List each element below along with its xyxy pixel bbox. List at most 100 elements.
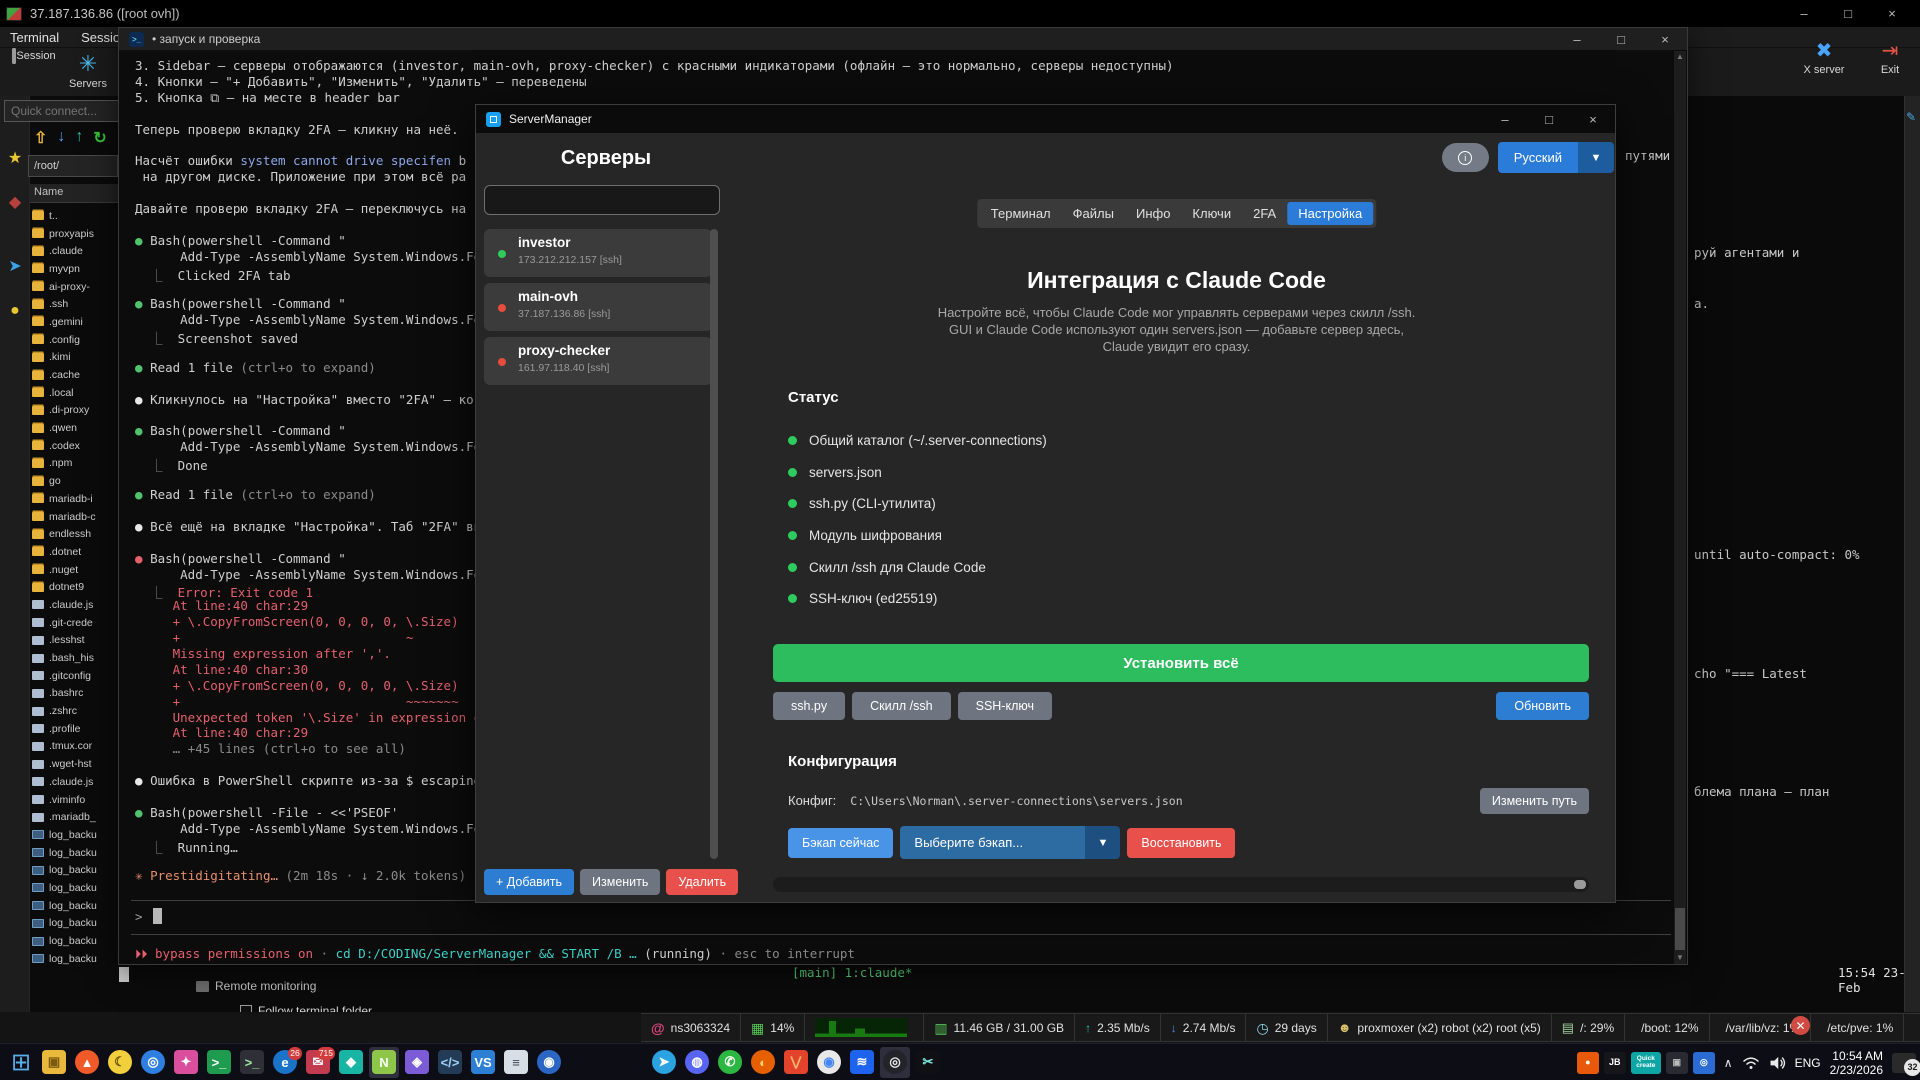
wifi-icon[interactable] bbox=[1742, 1056, 1760, 1070]
server-list-item[interactable]: main-ovh 37.187.136.86 [ssh] bbox=[484, 283, 712, 331]
server-list-item[interactable]: investor 173.212.212.157 [ssh] bbox=[484, 229, 712, 277]
refresh-button[interactable]: Обновить bbox=[1496, 692, 1589, 720]
scrollbar-thumb[interactable] bbox=[1675, 908, 1685, 950]
file-row[interactable]: mariadb-i bbox=[30, 490, 118, 508]
file-row[interactable]: log_backu bbox=[30, 826, 118, 844]
taskbar-icon[interactable]: ≡ bbox=[501, 1047, 531, 1078]
taskbar-icon[interactable]: ✦ bbox=[171, 1047, 201, 1078]
files-column-header[interactable]: Name bbox=[30, 184, 118, 203]
tray-icon[interactable]: ▣ bbox=[1666, 1052, 1688, 1074]
taskbar-icon[interactable]: ⊞ bbox=[6, 1047, 36, 1078]
taskbar-icon[interactable]: N bbox=[369, 1047, 399, 1078]
sm-close-button[interactable]: × bbox=[1571, 105, 1615, 133]
file-row[interactable]: .cache bbox=[30, 366, 118, 384]
taskbar-icon[interactable]: ◎ bbox=[138, 1047, 168, 1078]
close-button[interactable]: × bbox=[1870, 0, 1914, 27]
file-row[interactable]: .local bbox=[30, 384, 118, 402]
file-row[interactable]: .lesshst bbox=[30, 632, 118, 650]
server-action-button[interactable]: Удалить bbox=[666, 869, 738, 895]
send-file-icon[interactable]: ➤ bbox=[4, 256, 26, 276]
taskbar-icon[interactable]: ◉ bbox=[534, 1047, 564, 1078]
file-row[interactable]: .gemini bbox=[30, 313, 118, 331]
file-row[interactable]: .dotnet bbox=[30, 543, 118, 561]
taskbar-icon[interactable]: ◐ bbox=[748, 1047, 778, 1078]
scroll-up-icon[interactable]: ▲ bbox=[1674, 51, 1686, 63]
terminal-minimize-button[interactable]: – bbox=[1555, 28, 1599, 50]
dir-up-icon[interactable]: ⇧ bbox=[34, 128, 47, 148]
maximize-button[interactable]: □ bbox=[1826, 0, 1870, 27]
taskbar-icon[interactable]: ✂ bbox=[913, 1047, 943, 1078]
file-row[interactable]: log_backu bbox=[30, 897, 118, 915]
horizontal-scrollbar[interactable] bbox=[773, 877, 1589, 892]
file-row[interactable]: .viminfo bbox=[30, 791, 118, 809]
server-list-item[interactable]: proxy-checker 161.97.118.40 [ssh] bbox=[484, 337, 712, 385]
tray-icon[interactable]: ◎ bbox=[1693, 1052, 1715, 1074]
upload-icon[interactable]: ↑ bbox=[75, 128, 83, 148]
macros-icon[interactable]: ◆ bbox=[4, 192, 26, 212]
file-row[interactable]: .wget-hst bbox=[30, 755, 118, 773]
toolbar-session-button[interactable]: Session bbox=[8, 50, 60, 62]
file-row[interactable]: .bash_his bbox=[30, 649, 118, 667]
component-install-button[interactable]: SSH-ключ bbox=[958, 692, 1052, 720]
file-row[interactable]: dotnet9 bbox=[30, 578, 118, 596]
taskbar-icon[interactable]: ≋ bbox=[847, 1047, 877, 1078]
file-row[interactable]: .npm bbox=[30, 455, 118, 473]
keyboard-language[interactable]: ENG bbox=[1795, 1056, 1821, 1070]
file-row[interactable]: .git-crede bbox=[30, 614, 118, 632]
tab[interactable]: 2FA bbox=[1242, 202, 1287, 225]
toolbar-servers-button[interactable]: ✳ Servers bbox=[62, 50, 114, 90]
file-row[interactable]: .config bbox=[30, 331, 118, 349]
install-all-button[interactable]: Установить всё bbox=[773, 644, 1589, 682]
terminal-close-button[interactable]: × bbox=[1643, 28, 1687, 50]
terminal-prompt[interactable]: > bbox=[135, 909, 143, 924]
taskbar-icon[interactable]: ▲ bbox=[72, 1047, 102, 1078]
taskbar-icon[interactable]: >_ bbox=[237, 1047, 267, 1078]
backup-now-button[interactable]: Бэкап сейчас bbox=[788, 828, 893, 858]
tab[interactable]: Файлы bbox=[1062, 202, 1125, 225]
file-row[interactable]: log_backu bbox=[30, 915, 118, 933]
file-row[interactable]: .kimi bbox=[30, 349, 118, 367]
component-install-button[interactable]: Скилл /ssh bbox=[852, 692, 950, 720]
remote-monitoring-button[interactable]: Remote monitoring bbox=[196, 979, 316, 993]
tray-icon[interactable]: Quick create bbox=[1631, 1052, 1661, 1074]
backup-select-dropdown[interactable]: Выберите бэкап... ▼ bbox=[900, 826, 1120, 859]
component-install-button[interactable]: ssh.py bbox=[773, 692, 845, 720]
restore-button[interactable]: Восстановить bbox=[1127, 828, 1235, 858]
tray-icon[interactable]: JB bbox=[1604, 1052, 1626, 1074]
file-row[interactable]: .gitconfig bbox=[30, 667, 118, 685]
file-row[interactable]: .tmux.cor bbox=[30, 738, 118, 756]
terminal-maximize-button[interactable]: □ bbox=[1599, 28, 1643, 50]
file-row[interactable]: .nuget bbox=[30, 561, 118, 579]
tab[interactable]: Ключи bbox=[1181, 202, 1242, 225]
taskbar-icon[interactable]: ◆ bbox=[336, 1047, 366, 1078]
file-row[interactable]: log_backu bbox=[30, 844, 118, 862]
taskbar-icon[interactable]: ☾ bbox=[105, 1047, 135, 1078]
file-row[interactable]: .codex bbox=[30, 437, 118, 455]
taskbar-icon[interactable]: e 26 bbox=[270, 1047, 300, 1078]
tray-expand-icon[interactable]: ∧ bbox=[1724, 1056, 1733, 1070]
server-list-scrollbar[interactable] bbox=[710, 229, 718, 859]
file-row[interactable]: .claude bbox=[30, 242, 118, 260]
statusbar-close-button[interactable]: ✕ bbox=[1791, 1016, 1810, 1035]
taskbar-icon[interactable]: ➤ bbox=[649, 1047, 679, 1078]
file-row[interactable]: go bbox=[30, 472, 118, 490]
minimize-button[interactable]: – bbox=[1782, 0, 1826, 27]
tab[interactable]: Настройка bbox=[1287, 202, 1373, 225]
info-button[interactable]: i bbox=[1442, 143, 1489, 172]
file-row[interactable]: t.. bbox=[30, 207, 118, 225]
download-icon[interactable]: ↓ bbox=[57, 128, 65, 148]
terminal-scrollbar[interactable]: ▲ ▼ bbox=[1674, 51, 1686, 964]
menu-terminal[interactable]: Terminal bbox=[10, 30, 59, 45]
file-row[interactable]: log_backu bbox=[30, 879, 118, 897]
speaker-icon[interactable] bbox=[1769, 1056, 1786, 1070]
file-row[interactable]: log_backu bbox=[30, 861, 118, 879]
file-row[interactable]: .zshrc bbox=[30, 702, 118, 720]
file-row[interactable]: .mariadb_ bbox=[30, 808, 118, 826]
edit-pencil-icon[interactable]: ✎ bbox=[1906, 110, 1916, 124]
taskbar-icon[interactable]: ◍ bbox=[682, 1047, 712, 1078]
file-row[interactable]: .claude.js bbox=[30, 596, 118, 614]
file-row[interactable]: .bashrc bbox=[30, 685, 118, 703]
taskbar-icon[interactable]: ⋁ bbox=[781, 1047, 811, 1078]
file-row[interactable]: ai-proxy- bbox=[30, 278, 118, 296]
taskbar-icon[interactable]: >_ bbox=[204, 1047, 234, 1078]
